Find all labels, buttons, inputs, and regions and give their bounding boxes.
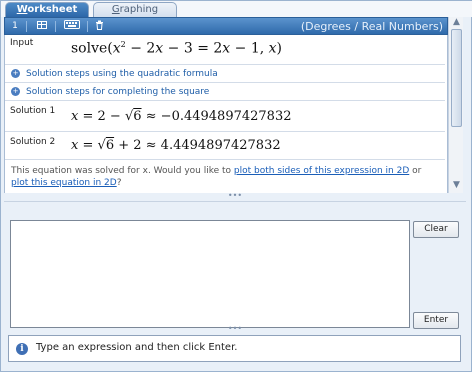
- input-label: Input: [10, 38, 34, 48]
- function-name: solve(: [71, 40, 113, 57]
- math-solver-window: Worksheet Graphing 1 (Degrees / Real Num…: [0, 0, 472, 372]
- approximation: + 2 ≈ 4.4494897427832: [114, 138, 281, 153]
- toolbar-divider: [55, 21, 56, 32]
- expression-part: = 2 −: [78, 109, 125, 124]
- message-text: This equation was solved for x. Would yo…: [11, 166, 234, 176]
- expression-part: ): [276, 40, 283, 57]
- radical-sign: √: [97, 138, 106, 153]
- steps-completing-square-row[interactable]: + Solution steps for completing the squar…: [5, 83, 445, 101]
- variable: x: [112, 40, 121, 57]
- keyboard-icon[interactable]: [63, 20, 81, 33]
- solution-1-row[interactable]: Solution 1 x = 2 − √6 ≈ −0.4494897427832: [5, 101, 445, 132]
- worksheet-scrollbar[interactable]: ▲ ▼: [448, 17, 463, 193]
- tab-graphing-label: raphing: [119, 4, 159, 15]
- status-splitter[interactable]: •••: [4, 325, 466, 333]
- tab-strip: Worksheet Graphing: [1, 1, 472, 17]
- clear-button[interactable]: Clear: [413, 221, 459, 238]
- tab-graphing[interactable]: Graphing: [93, 2, 177, 17]
- expression-part: − 1,: [230, 40, 269, 57]
- status-message: Type an expression and then click Enter.: [36, 342, 238, 353]
- message-text: ?: [116, 178, 122, 188]
- expand-plus-icon: +: [11, 87, 20, 96]
- message-text: or: [409, 166, 422, 176]
- steps-completing-square-label: Solution steps for completing the square: [26, 87, 210, 97]
- steps-completing-square-toggle[interactable]: + Solution steps for completing the squar…: [11, 86, 209, 98]
- radicand: 6: [133, 109, 142, 124]
- variable: x: [222, 40, 231, 57]
- grid-icon: [37, 21, 47, 29]
- expression-part: − 3 = 2: [163, 40, 223, 57]
- toolbar-divider: [87, 21, 88, 32]
- radical-sign: √: [124, 109, 134, 124]
- solution-1-label: Solution 1: [10, 106, 56, 116]
- scroll-thumb[interactable]: [451, 29, 462, 127]
- approximation: ≈ −0.4494897427832: [141, 109, 292, 124]
- toolbar-divider: [26, 21, 27, 32]
- pane-splitter[interactable]: •••: [4, 192, 466, 201]
- tab-worksheet[interactable]: Worksheet: [5, 2, 89, 17]
- angle-mode-indicator: (Degrees / Real Numbers): [300, 20, 443, 33]
- scroll-down-icon[interactable]: ▼: [452, 181, 461, 190]
- trash-icon: [95, 20, 103, 30]
- keyboard-glyph-icon: [64, 20, 80, 29]
- plot-both-sides-link[interactable]: plot both sides of this expression in 2D: [234, 166, 409, 176]
- scroll-up-icon[interactable]: ▲: [452, 18, 461, 27]
- worksheet-number-button[interactable]: 1: [9, 20, 21, 33]
- solution-2-expression: x = √6 + 2 ≈ 4.4494897427832: [71, 138, 281, 153]
- plot-equation-link[interactable]: plot this equation in 2D: [11, 178, 117, 188]
- info-icon: i: [16, 343, 28, 355]
- steps-quadratic-row[interactable]: + Solution steps using the quadratic form…: [5, 65, 445, 83]
- input-entry[interactable]: Input solve(x2 − 2x − 3 = 2x − 1, x): [5, 35, 445, 65]
- expand-plus-icon: +: [11, 69, 20, 78]
- solution-2-label: Solution 2: [10, 137, 56, 147]
- solver-message: This equation was solved for x. Would yo…: [11, 165, 436, 189]
- expression-input[interactable]: [10, 220, 410, 328]
- radicand: 6: [105, 138, 115, 153]
- tab-worksheet-label: orksheet: [27, 4, 78, 15]
- worksheet-view-icon[interactable]: [35, 20, 49, 33]
- delete-icon[interactable]: [93, 20, 105, 33]
- steps-quadratic-toggle[interactable]: + Solution steps using the quadratic form…: [11, 68, 218, 80]
- solution-1-expression: x = 2 − √6 ≈ −0.4494897427832: [71, 109, 292, 124]
- input-panel: Clear Enter: [4, 201, 466, 332]
- tab-worksheet-mnemonic: W: [16, 4, 28, 15]
- worksheet-history: Input solve(x2 − 2x − 3 = 2x − 1, x) + So…: [4, 35, 448, 193]
- steps-quadratic-label: Solution steps using the quadratic formu…: [26, 69, 218, 79]
- solution-2-row[interactable]: Solution 2 x = √6 + 2 ≈ 4.4494897427832: [5, 132, 445, 160]
- expression-part: − 2: [125, 40, 156, 57]
- expression-part: =: [78, 138, 98, 153]
- variable: x: [268, 40, 277, 57]
- input-expression: solve(x2 − 2x − 3 = 2x − 1, x): [71, 40, 282, 57]
- worksheet-toolbar: 1 (Degrees / Real Numbers): [4, 17, 448, 35]
- tab-graphing-mnemonic: G: [111, 4, 120, 15]
- status-bar: i Type an expression and then click Ente…: [8, 335, 461, 362]
